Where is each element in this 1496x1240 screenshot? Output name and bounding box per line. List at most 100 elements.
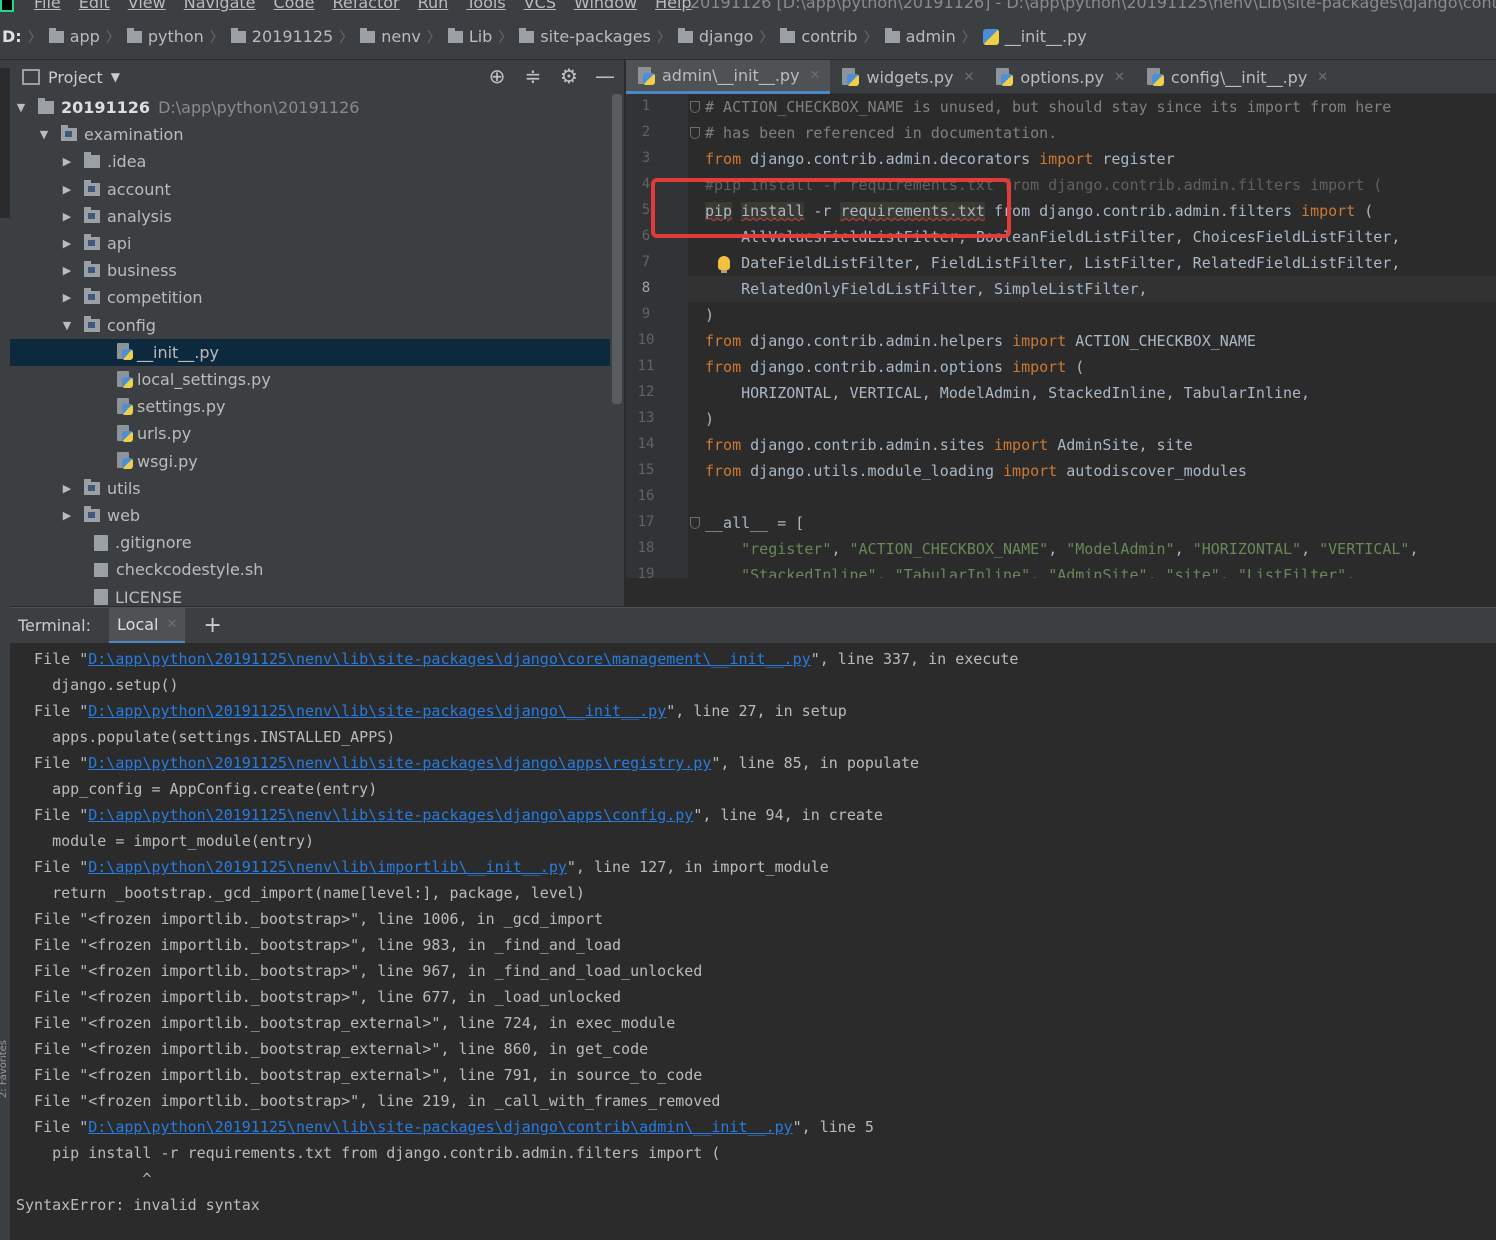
collapsed-arrow-icon[interactable]: ▶ bbox=[60, 264, 74, 277]
project-tree-scrollbar[interactable] bbox=[612, 94, 622, 404]
tree-item[interactable]: ▶ analysis bbox=[10, 203, 610, 230]
tree-item[interactable]: wsgi.py bbox=[10, 448, 610, 475]
code-line[interactable]: ) bbox=[705, 302, 714, 328]
menu-item-tools[interactable]: Tools bbox=[466, 0, 505, 12]
favorites-tool-button[interactable]: 2: Favorites bbox=[0, 1040, 9, 1098]
code-line[interactable]: RelatedOnlyFieldListFilter, SimpleListFi… bbox=[688, 276, 1496, 302]
breadcrumb-item[interactable]: 20191125 〉 bbox=[230, 27, 360, 47]
tree-item[interactable]: __init__.py bbox=[10, 338, 610, 366]
fold-marker-icon[interactable] bbox=[690, 517, 700, 529]
tree-item[interactable]: LICENSE bbox=[10, 584, 610, 606]
tree-item[interactable]: checkcodestyle.sh bbox=[10, 556, 610, 583]
tree-item[interactable]: .gitignore bbox=[10, 529, 610, 556]
tree-item[interactable]: local_settings.py bbox=[10, 366, 610, 393]
code-line[interactable]: HORIZONTAL, VERTICAL, ModelAdmin, Stacke… bbox=[705, 380, 1310, 406]
tree-item[interactable]: ▶ .idea bbox=[10, 148, 610, 175]
tree-item[interactable]: ▶ account bbox=[10, 176, 610, 203]
project-tool-button[interactable] bbox=[0, 68, 10, 218]
close-icon[interactable]: ✕ bbox=[810, 68, 821, 83]
collapsed-arrow-icon[interactable]: ▶ bbox=[60, 509, 74, 522]
menu-item-file[interactable]: File bbox=[34, 0, 61, 12]
gear-icon[interactable]: ⚙ bbox=[558, 64, 580, 88]
code-line[interactable]: from django.contrib.admin.helpers import… bbox=[705, 328, 1256, 354]
breadcrumb-item[interactable]: site-packages 〉 bbox=[519, 27, 678, 47]
minimize-icon[interactable]: — bbox=[594, 64, 616, 88]
add-terminal-icon[interactable]: + bbox=[203, 613, 221, 638]
file-link[interactable]: D:\app\python\20191125\nenv\lib\site-pac… bbox=[88, 1118, 792, 1136]
file-link[interactable]: D:\app\python\20191125\nenv\lib\site-pac… bbox=[88, 650, 810, 668]
breadcrumb-item[interactable]: admin 〉 bbox=[884, 27, 983, 47]
code-line[interactable]: # ACTION_CHECKBOX_NAME is unused, but sh… bbox=[705, 94, 1391, 120]
project-panel-title[interactable]: Project bbox=[48, 68, 103, 87]
file-link[interactable]: D:\app\python\20191125\nenv\lib\site-pac… bbox=[88, 806, 693, 824]
menu-item-vcs[interactable]: VCS bbox=[524, 0, 556, 12]
code-line[interactable]: "register", "ACTION_CHECKBOX_NAME", "Mod… bbox=[705, 536, 1418, 562]
code-line[interactable]: DateFieldListFilter, FieldListFilter, Li… bbox=[705, 250, 1400, 276]
terminal-tab-local[interactable]: Local ✕ bbox=[109, 607, 186, 644]
expanded-arrow-icon[interactable]: ▼ bbox=[37, 128, 51, 141]
code-line[interactable]: from django.contrib.admin.sites import A… bbox=[705, 432, 1193, 458]
file-link[interactable]: D:\app\python\20191125\nenv\lib\site-pac… bbox=[88, 754, 711, 772]
editor-tab[interactable]: widgets.py ✕ bbox=[830, 60, 984, 94]
breadcrumb-item[interactable]: nenv 〉 bbox=[360, 27, 448, 47]
close-icon[interactable]: ✕ bbox=[963, 70, 974, 85]
editor-tab[interactable]: admin\__init__.py ✕ bbox=[626, 60, 831, 94]
collapsed-arrow-icon[interactable]: ▶ bbox=[60, 210, 74, 223]
code-editor[interactable]: 1 2 3 4 5 6 7 8 9 10 11 12 13 14 15 16 17 18 19 # ACTION_C… bbox=[626, 94, 1496, 578]
collapsed-arrow-icon[interactable]: ▶ bbox=[60, 237, 74, 250]
chevron-down-icon[interactable]: ▼ bbox=[111, 70, 120, 84]
collapsed-arrow-icon[interactable]: ▶ bbox=[60, 291, 74, 304]
collapsed-arrow-icon[interactable]: ▶ bbox=[60, 155, 74, 168]
code-line[interactable]: __all__ = [ bbox=[705, 510, 804, 536]
code-line[interactable]: # has been referenced in documentation. bbox=[705, 120, 1057, 146]
menu-item-view[interactable]: View bbox=[128, 0, 166, 12]
close-icon[interactable]: ✕ bbox=[166, 617, 177, 632]
tree-item[interactable]: ▼ examination bbox=[10, 121, 610, 148]
tree-item[interactable]: ▶ web bbox=[10, 502, 610, 529]
locate-icon[interactable]: ⊕ bbox=[486, 64, 508, 88]
tree-item[interactable]: ▶ competition bbox=[10, 284, 610, 311]
menu-item-window[interactable]: Window bbox=[574, 0, 637, 12]
close-icon[interactable]: ✕ bbox=[1317, 70, 1328, 85]
tree-item[interactable]: ▼ config bbox=[10, 312, 610, 339]
code-line[interactable]: from django.contrib.admin.decorators imp… bbox=[705, 146, 1175, 172]
tree-item[interactable]: ▶ api bbox=[10, 230, 610, 257]
collapse-all-icon[interactable]: ≑ bbox=[522, 64, 544, 88]
tree-item[interactable]: urls.py bbox=[10, 420, 610, 447]
tree-item[interactable]: ▼ 20191126 D:\app\python\20191126 bbox=[10, 94, 610, 121]
tree-item[interactable]: ▶ business bbox=[10, 257, 610, 284]
menu-item-navigate[interactable]: Navigate bbox=[184, 0, 256, 12]
breadcrumb-item[interactable]: contrib 〉 bbox=[780, 27, 884, 47]
fold-marker-icon[interactable] bbox=[690, 127, 700, 139]
tree-item[interactable]: settings.py bbox=[10, 393, 610, 420]
menu-item-help[interactable]: Help bbox=[655, 0, 691, 12]
collapsed-arrow-icon[interactable]: ▶ bbox=[60, 183, 74, 196]
menu-item-code[interactable]: Code bbox=[274, 0, 315, 12]
code-line[interactable]: ) bbox=[705, 406, 714, 432]
breadcrumb-item[interactable]: python 〉 bbox=[126, 27, 231, 47]
terminal-text: File " bbox=[16, 1118, 89, 1136]
code-line[interactable]: "StackedInline", "TabularInline", "Admin… bbox=[705, 562, 1355, 578]
breadcrumb-item[interactable]: D: 〉 bbox=[2, 27, 49, 47]
menu-item-run[interactable]: Run bbox=[418, 0, 449, 12]
breadcrumb-item[interactable]: app 〉 bbox=[48, 27, 127, 47]
file-link[interactable]: D:\app\python\20191125\nenv\lib\site-pac… bbox=[88, 702, 666, 720]
fold-marker-icon[interactable] bbox=[690, 101, 700, 113]
menu-item-edit[interactable]: Edit bbox=[79, 0, 110, 12]
breadcrumb-item[interactable]: __init__.py bbox=[982, 27, 1087, 46]
project-panel-tools: ⊕ ≑ ⚙ — bbox=[486, 64, 616, 88]
code-line[interactable]: from django.utils.module_loading import … bbox=[705, 458, 1247, 484]
breadcrumb-item[interactable]: Lib 〉 bbox=[447, 27, 520, 47]
code-line[interactable]: from django.contrib.admin.options import… bbox=[705, 354, 1084, 380]
expanded-arrow-icon[interactable]: ▼ bbox=[60, 319, 74, 332]
terminal-output[interactable]: File "D:\app\python\20191125\nenv\lib\si… bbox=[10, 643, 1496, 1240]
expanded-arrow-icon[interactable]: ▼ bbox=[14, 101, 28, 114]
breadcrumb-item[interactable]: django 〉 bbox=[677, 27, 781, 47]
editor-tab[interactable]: options.py ✕ bbox=[984, 60, 1135, 94]
editor-tab[interactable]: config\__init__.py ✕ bbox=[1135, 60, 1338, 94]
file-link[interactable]: D:\app\python\20191125\nenv\lib\importli… bbox=[88, 858, 567, 876]
menu-item-refactor[interactable]: Refactor bbox=[332, 0, 399, 12]
tree-item[interactable]: ▶ utils bbox=[10, 475, 610, 502]
collapsed-arrow-icon[interactable]: ▶ bbox=[60, 482, 74, 495]
close-icon[interactable]: ✕ bbox=[1114, 70, 1125, 85]
